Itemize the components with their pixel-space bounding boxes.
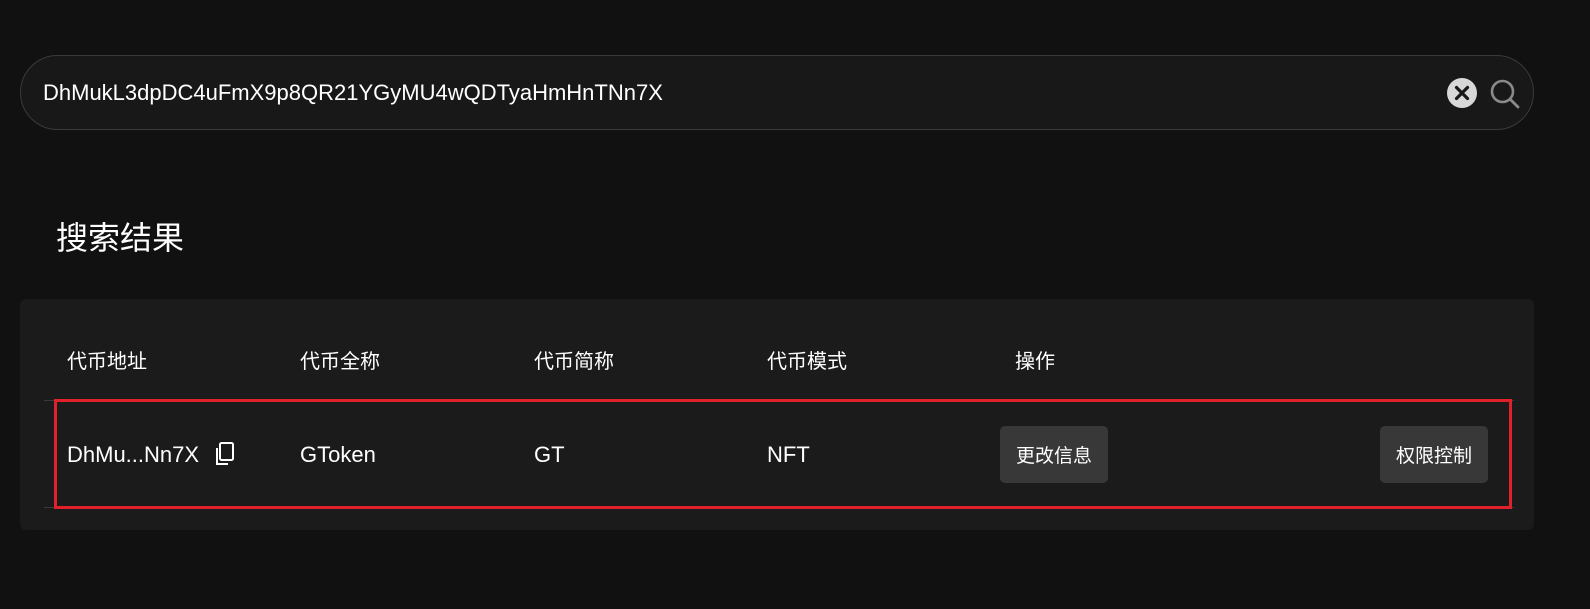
token-mode: NFT xyxy=(767,442,810,467)
search-input[interactable] xyxy=(43,56,1423,129)
clear-search-button[interactable] xyxy=(1447,78,1477,108)
column-header-mode: 代币模式 xyxy=(767,351,847,373)
search-bar xyxy=(20,55,1534,130)
token-symbol: GT xyxy=(534,442,565,467)
search-icon xyxy=(1490,79,1520,109)
close-circle-icon xyxy=(1454,85,1470,101)
column-header-actions: 操作 xyxy=(1015,351,1055,373)
column-header-symbol: 代币简称 xyxy=(534,351,614,373)
column-header-full-name: 代币全称 xyxy=(300,351,380,373)
edit-info-button[interactable]: 更改信息 xyxy=(1000,426,1108,483)
column-header-address: 代币地址 xyxy=(67,351,147,373)
search-button[interactable] xyxy=(1489,78,1521,110)
copy-icon[interactable] xyxy=(214,441,236,467)
permission-control-button[interactable]: 权限控制 xyxy=(1380,426,1488,483)
token-full-name: GToken xyxy=(300,442,376,467)
results-title: 搜索结果 xyxy=(56,220,185,256)
token-address: DhMu...Nn7X xyxy=(67,442,200,467)
